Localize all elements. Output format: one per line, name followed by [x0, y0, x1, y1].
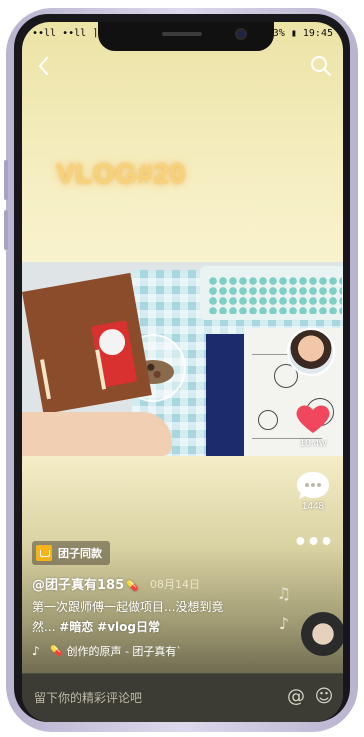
keyboard-image [200, 266, 343, 320]
shopping-cart-icon [36, 545, 52, 561]
phone-side-button [4, 210, 8, 250]
like-count: 10.4w [299, 438, 327, 449]
sound-title: 创作的原声 - 团子真有` [66, 645, 182, 658]
front-camera [237, 30, 245, 38]
description-line-1: 第一次跟师傅一起做项目...没想到竟 [32, 600, 224, 614]
pill-emoji: 💊 [126, 581, 139, 592]
floating-music-note-icon: ♫ [276, 584, 291, 603]
post-description: 第一次跟师傅一起做项目...没想到竟 然... #暗恋 #vlog日常 [32, 597, 268, 637]
sound-info[interactable]: ♪ 💊 创作的原声 - 团子真有` [32, 643, 182, 659]
sound-emoji: 💊 [50, 645, 63, 657]
phone-side-button [4, 160, 8, 200]
notch [98, 22, 274, 51]
hashtag-link[interactable]: #暗恋 [59, 620, 93, 634]
mention-icon[interactable]: @ [285, 686, 307, 708]
comment-count: 1448 [301, 501, 325, 512]
comment-icon[interactable] [293, 468, 333, 502]
status-bar-right: 3% ▮ 19:45 [272, 28, 333, 39]
coffee-bag [22, 272, 152, 415]
emoji-icon[interactable]: ☺ [313, 686, 335, 708]
author-avatar[interactable] [287, 328, 335, 376]
same-style-tag[interactable]: 团子同款 [32, 541, 110, 565]
search-icon[interactable] [307, 52, 335, 80]
back-chevron-icon[interactable] [30, 52, 58, 80]
music-disc-icon[interactable] [301, 612, 343, 656]
hand [22, 412, 172, 456]
video-title-overlay: VLOG#20 [56, 158, 186, 189]
post-date: 08月14日 [150, 578, 200, 591]
author-handle[interactable]: @团子真有185 [32, 578, 124, 593]
description-line-2: 然... #暗恋 #vlog日常 [32, 617, 268, 637]
description-prefix: 然... [32, 620, 56, 634]
heart-icon[interactable] [293, 402, 333, 436]
music-note-icon: ♪ [32, 644, 40, 658]
comment-input[interactable]: 留下你的精彩评论吧 [34, 689, 142, 706]
same-style-tag-label: 团子同款 [58, 547, 102, 560]
floating-music-note-icon: ♪ [278, 614, 289, 633]
more-options-icon[interactable]: ••• [291, 532, 335, 554]
app-screen: ∙∙ll ∙∙ll ⌉ K 3% ▮ 19:45 VLOG#20 10.4w 1… [22, 22, 343, 722]
author-name[interactable]: @团子真有185 💊 [32, 574, 139, 593]
hashtag-link[interactable]: #vlog日常 [97, 620, 160, 634]
comment-bar: 留下你的精彩评论吧 @ ☺ [22, 673, 343, 722]
notebook-cover [206, 334, 246, 456]
speaker [162, 32, 202, 36]
